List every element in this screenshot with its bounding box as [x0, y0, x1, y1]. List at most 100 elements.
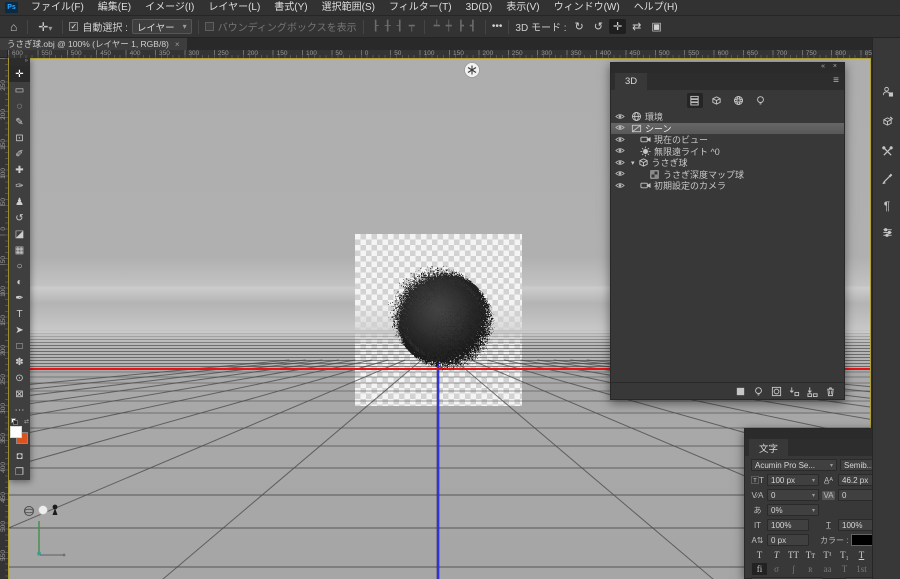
tab-close-icon[interactable]: ×: [175, 40, 180, 49]
ruler-corner[interactable]: [0, 50, 8, 58]
menu-表示[interactable]: 表示(V): [499, 0, 546, 16]
visibility-eye-icon[interactable]: [615, 123, 625, 133]
filter-materials-icon[interactable]: [731, 93, 747, 108]
char-style-button-3[interactable]: Tᴛ: [803, 549, 818, 561]
eraser-tool[interactable]: ◪: [9, 226, 30, 242]
more-options[interactable]: •••: [492, 21, 503, 32]
paragraph-icon[interactable]: ¶: [879, 198, 895, 214]
zoom-tool[interactable]: ⊙: [9, 370, 30, 386]
add-material-icon[interactable]: [735, 386, 746, 397]
font-size-field[interactable]: 100 px▾: [767, 474, 819, 486]
opentype-button-6[interactable]: 1st: [854, 563, 869, 575]
brush-pencil-icon[interactable]: [879, 170, 895, 186]
menu-ウィンドウ[interactable]: ウィンドウ(W): [547, 0, 627, 16]
align-icons[interactable]: ┠╂┨┯: [370, 21, 418, 32]
blur-tool[interactable]: ○: [9, 258, 30, 274]
visibility-eye-icon[interactable]: [615, 181, 625, 191]
shape-tool[interactable]: □: [9, 338, 30, 354]
tab-3d[interactable]: 3D: [615, 73, 647, 90]
hand-tool[interactable]: ✽: [9, 354, 30, 370]
screen-mode[interactable]: ❐: [9, 464, 30, 480]
brush-tool[interactable]: ✑: [9, 178, 30, 194]
type-tool[interactable]: T: [9, 306, 30, 322]
edit-toolbar[interactable]: ⋯: [9, 402, 30, 418]
menu-ファイル[interactable]: ファイル(F): [24, 0, 91, 16]
vertical-scale-field[interactable]: 100%: [767, 519, 809, 531]
opentype-button-4[interactable]: aa: [820, 563, 835, 575]
visibility-eye-icon[interactable]: [615, 112, 625, 122]
quick-mask-mode[interactable]: ◘: [9, 448, 30, 464]
home-icon[interactable]: ⌂: [6, 20, 21, 34]
foreground-color[interactable]: [10, 426, 22, 438]
char-style-button-5[interactable]: T₁: [837, 549, 852, 561]
char-style-button-1[interactable]: T: [769, 549, 784, 561]
bbox-checkbox[interactable]: ✓: [205, 22, 214, 31]
menu-イメージ[interactable]: イメージ(I): [138, 0, 201, 16]
menu-3D[interactable]: 3D(D): [459, 0, 500, 16]
expand-chevron-icon[interactable]: ▾: [631, 159, 635, 167]
char-style-button-4[interactable]: T¹: [820, 549, 835, 561]
crossed-tools-icon[interactable]: [879, 143, 895, 159]
add-3d-object-icon[interactable]: [771, 386, 782, 397]
3d-row-scene[interactable]: シーン: [611, 123, 844, 135]
sliders-icon[interactable]: [879, 224, 895, 240]
swap-colors-icon[interactable]: ⇄: [24, 418, 29, 425]
filter-meshes-icon[interactable]: [709, 93, 725, 108]
3d-row-light[interactable]: 無限遠ライト ^0: [611, 146, 844, 158]
merge-scene-3d-icon[interactable]: [807, 386, 818, 397]
opentype-button-0[interactable]: fi: [752, 563, 767, 575]
document-tab[interactable]: うさぎ球.obj @ 100% (レイヤー 1, RGB/8) ×: [0, 38, 187, 50]
horizontal-ruler[interactable]: 6005505004504003503002502001501005005010…: [8, 50, 872, 58]
visibility-eye-icon[interactable]: [615, 158, 625, 168]
opentype-button-3[interactable]: ʀ: [803, 563, 818, 575]
char-style-button-0[interactable]: T: [752, 549, 767, 561]
tab-character[interactable]: 文字: [749, 439, 788, 456]
toolbar-collapse[interactable]: »: [9, 58, 30, 66]
char-style-button-2[interactable]: TT: [786, 549, 801, 561]
3d-row-texture[interactable]: うさぎ深度マップ球: [611, 169, 844, 181]
opentype-button-1[interactable]: σ: [769, 563, 784, 575]
char-style-button-6[interactable]: T: [854, 549, 869, 561]
history-brush-tool[interactable]: ↺: [9, 210, 30, 226]
gradient-tool[interactable]: ▦: [9, 242, 30, 258]
frame-tool[interactable]: ⊠: [9, 386, 30, 402]
delete-3d-icon[interactable]: [825, 386, 836, 397]
add-light-icon[interactable]: [753, 386, 764, 397]
person-cube-icon[interactable]: [879, 83, 895, 99]
pen-tool[interactable]: ✒: [9, 290, 30, 306]
panel-3d-menu-icon[interactable]: ≡: [833, 75, 839, 86]
cube-arrow-icon[interactable]: [879, 113, 895, 129]
visibility-eye-icon[interactable]: [615, 135, 625, 145]
visibility-eye-icon[interactable]: [615, 169, 625, 179]
opentype-button-2[interactable]: ʃ: [786, 563, 801, 575]
clone-stamp-tool[interactable]: ♟: [9, 194, 30, 210]
dolly-3d-icon[interactable]: ▣: [647, 19, 665, 34]
eyedropper-tool[interactable]: ✐: [9, 146, 30, 162]
ps-logo[interactable]: Ps: [5, 2, 18, 13]
3d-row-camera[interactable]: 現在のビュー: [611, 134, 844, 146]
menu-書式[interactable]: 書式(Y): [267, 0, 314, 16]
marquee-tool[interactable]: ▭: [9, 82, 30, 98]
auto-select-checkbox[interactable]: ✓: [69, 22, 78, 31]
crop-tool[interactable]: ⊡: [9, 130, 30, 146]
quick-selection-tool[interactable]: ✎: [9, 114, 30, 130]
font-family-dropdown[interactable]: Acumin Pro Se...▾: [751, 459, 837, 471]
opentype-button-5[interactable]: T: [837, 563, 852, 575]
lasso-tool[interactable]: ◌: [9, 98, 30, 114]
kerning-field[interactable]: 0▾: [767, 489, 819, 501]
baseline-shift-field[interactable]: 0 px: [767, 534, 809, 546]
roll-3d-icon[interactable]: ↺: [590, 19, 607, 34]
3d-row-camera[interactable]: 初期設定のカメラ: [611, 180, 844, 192]
menu-フィルター[interactable]: フィルター(T): [382, 0, 459, 16]
menu-ヘルプ[interactable]: ヘルプ(H): [627, 0, 685, 16]
healing-brush-tool[interactable]: ✚: [9, 162, 30, 178]
menu-選択範囲[interactable]: 選択範囲(S): [315, 0, 382, 16]
dodge-tool[interactable]: ◐: [9, 274, 30, 290]
furry-sphere-object[interactable]: [361, 237, 517, 393]
vertical-ruler[interactable]: 2502001501005005010015020025030035040045…: [0, 58, 8, 579]
filter-lights-icon[interactable]: [753, 93, 769, 108]
menu-レイヤー[interactable]: レイヤー(L): [201, 0, 267, 16]
filter-scene-icon[interactable]: [687, 93, 703, 108]
visibility-eye-icon[interactable]: [615, 146, 625, 156]
orbit-3d-icon[interactable]: ↻: [571, 19, 588, 34]
